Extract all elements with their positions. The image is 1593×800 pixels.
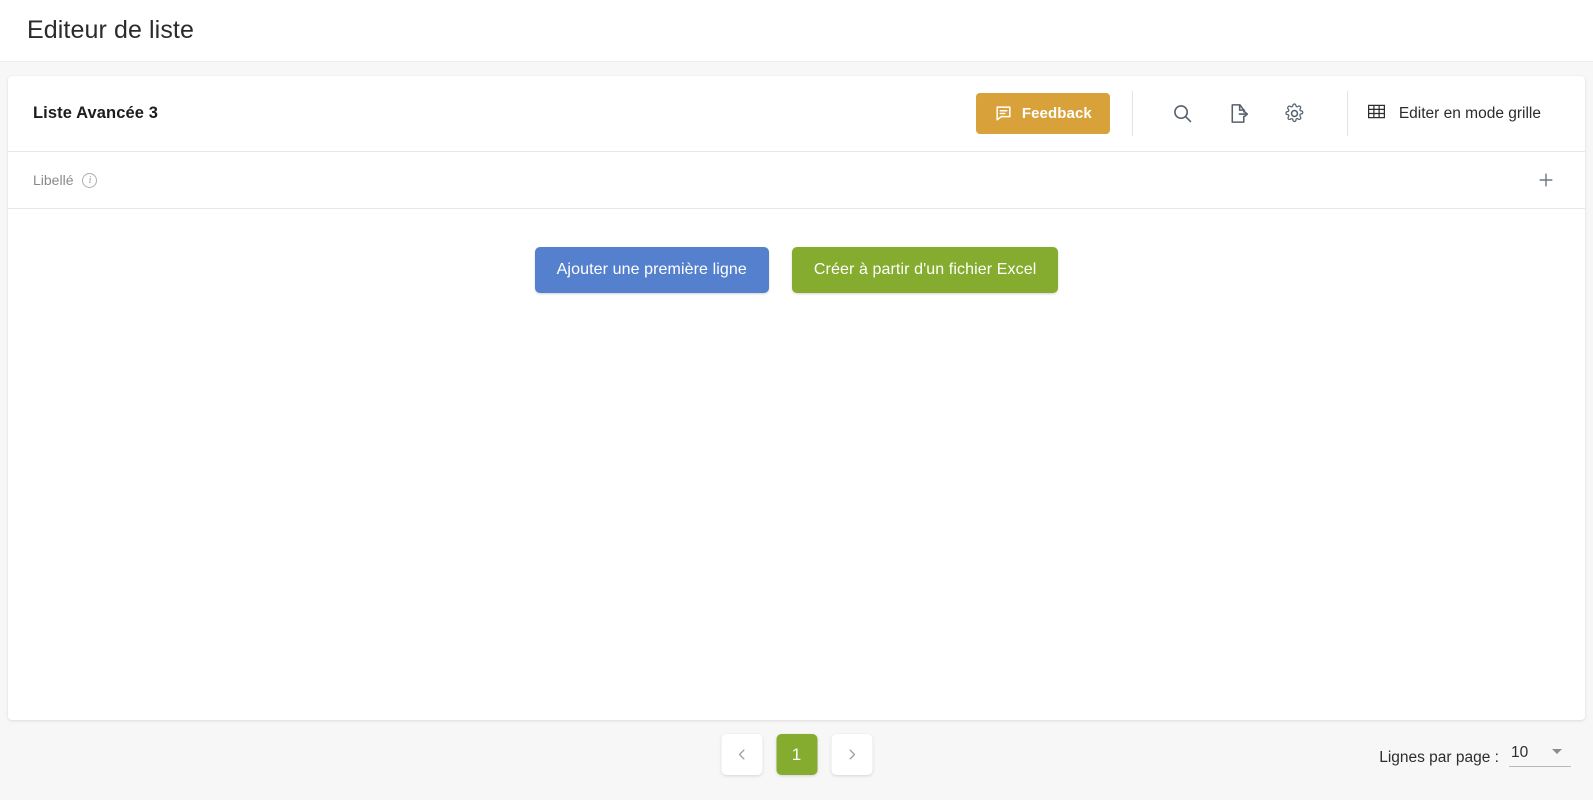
feedback-button-label: Feedback bbox=[1021, 105, 1092, 122]
pagination: 1 bbox=[721, 734, 872, 775]
empty-state-actions: Ajouter une première ligne Créer à parti… bbox=[8, 247, 1585, 293]
chevron-left-icon[interactable] bbox=[721, 734, 762, 775]
list-editor-card: Liste Avancée 3 Feedback Editer en mode … bbox=[8, 76, 1585, 720]
column-header-libelle[interactable]: Libellé i bbox=[33, 172, 98, 188]
rows-per-page-select[interactable]: 10 bbox=[1509, 744, 1571, 767]
gear-icon[interactable] bbox=[1278, 97, 1312, 131]
chevron-down-icon bbox=[1552, 748, 1563, 754]
header-divider-2 bbox=[1346, 91, 1348, 136]
list-title: Liste Avancée 3 bbox=[33, 104, 159, 122]
column-header-label: Libellé bbox=[33, 172, 74, 188]
list-body-empty-state: Ajouter une première ligne Créer à parti… bbox=[8, 209, 1585, 718]
pagination-page-1[interactable]: 1 bbox=[776, 734, 817, 775]
rows-per-page: Lignes par page : 10 bbox=[1379, 744, 1571, 767]
page-title: Editeur de liste bbox=[27, 16, 194, 44]
add-first-row-button[interactable]: Ajouter une première ligne bbox=[534, 247, 769, 293]
create-from-excel-button[interactable]: Créer à partir d'un fichier Excel bbox=[791, 247, 1059, 293]
card-header: Liste Avancée 3 Feedback Editer en mode … bbox=[8, 76, 1585, 152]
table-grid-icon bbox=[1366, 101, 1387, 127]
feedback-button[interactable]: Feedback bbox=[975, 93, 1110, 134]
search-icon[interactable] bbox=[1166, 97, 1200, 131]
chevron-right-icon[interactable] bbox=[831, 734, 872, 775]
header-actions: Feedback Editer en mode grille bbox=[975, 76, 1585, 151]
app-topbar: Editeur de liste bbox=[0, 0, 1593, 62]
edit-grid-mode-button[interactable]: Editer en mode grille bbox=[1366, 101, 1585, 127]
rows-per-page-label: Lignes par page : bbox=[1379, 749, 1499, 766]
export-file-icon[interactable] bbox=[1222, 97, 1256, 131]
comment-icon bbox=[994, 104, 1013, 123]
plus-icon[interactable] bbox=[1533, 167, 1559, 193]
column-header-row: Libellé i bbox=[8, 152, 1585, 209]
edit-grid-mode-label: Editer en mode grille bbox=[1398, 104, 1541, 122]
info-icon[interactable]: i bbox=[82, 172, 98, 188]
footer: 1 Lignes par page : 10 bbox=[0, 726, 1593, 800]
header-divider-1 bbox=[1131, 91, 1133, 136]
rows-per-page-value: 10 bbox=[1511, 744, 1529, 761]
